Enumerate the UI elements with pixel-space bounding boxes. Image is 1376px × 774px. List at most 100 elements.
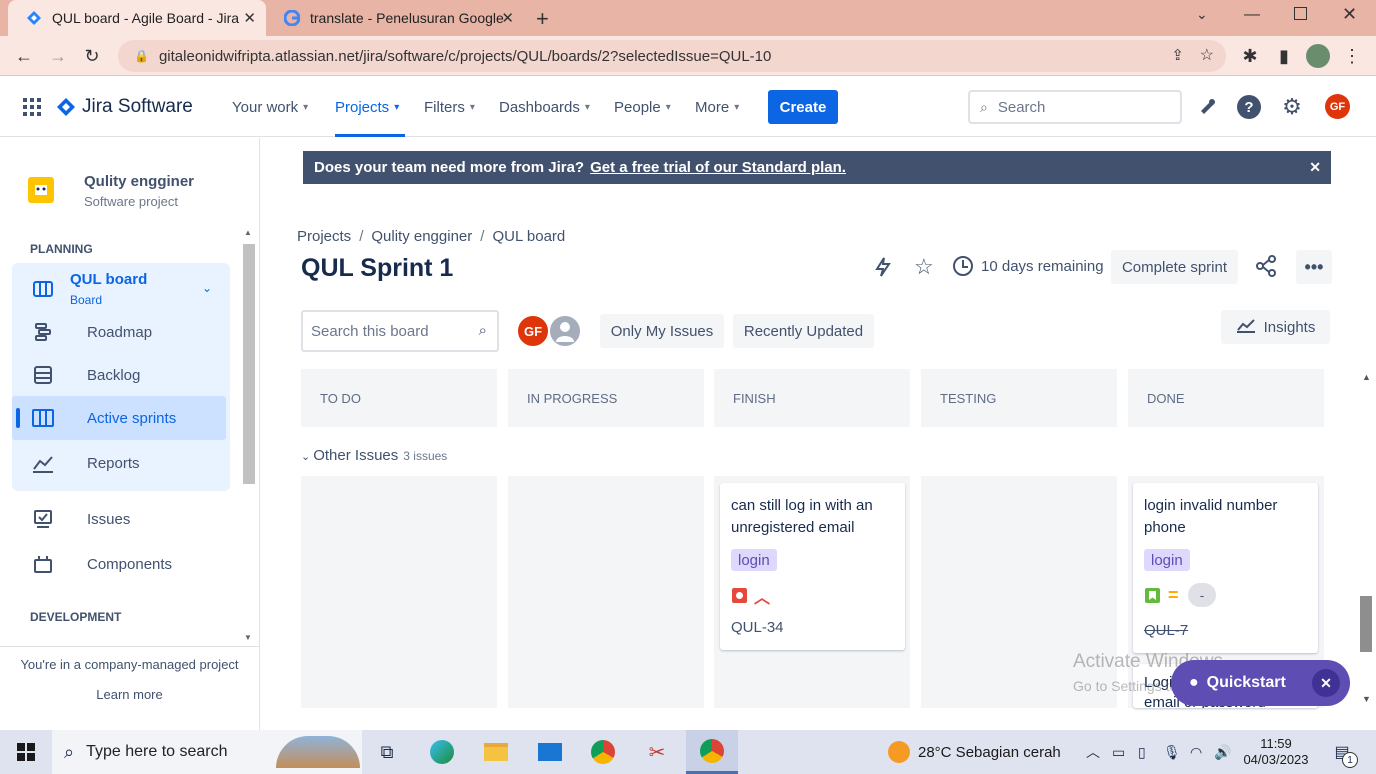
issue-key[interactable]: QUL-7: [1144, 622, 1188, 639]
settings-gear-icon[interactable]: ⚙: [1280, 94, 1304, 119]
task-view-icon[interactable]: ⧉: [374, 730, 400, 774]
project-name[interactable]: Qulity engginer: [84, 173, 194, 190]
breadcrumb-project[interactable]: Qulity engginer: [371, 228, 472, 245]
browser-menu-icon[interactable]: ⋮: [1340, 44, 1364, 68]
wifi-icon[interactable]: ◠: [1190, 730, 1202, 774]
profile-avatar[interactable]: [1306, 44, 1330, 68]
breadcrumb-projects[interactable]: Projects: [297, 228, 351, 245]
issue-label: login: [1144, 549, 1190, 571]
issue-key[interactable]: QUL-34: [731, 619, 784, 636]
forward-icon[interactable]: →: [46, 44, 70, 68]
tray-chevron-icon[interactable]: ︿: [1086, 730, 1100, 774]
star-icon[interactable]: ☆: [914, 254, 934, 280]
lightbulb-icon: ●: [1189, 674, 1199, 691]
scroll-thumb[interactable]: [1360, 596, 1372, 652]
address-field[interactable]: 🔒 gitaleonidwifripta.atlassian.net/jira/…: [118, 40, 1226, 72]
sidebar-item-components[interactable]: Components: [12, 542, 226, 586]
issue-card[interactable]: can still log in with an unregistered em…: [720, 483, 905, 650]
story-icon: [1145, 588, 1160, 603]
sidebar-item-reports[interactable]: Reports: [12, 441, 226, 485]
extensions-icon[interactable]: ✱: [1238, 44, 1262, 68]
learn-more-link[interactable]: Learn more: [0, 687, 259, 702]
scroll-thumb[interactable]: [243, 244, 255, 484]
user-avatar[interactable]: GF: [1325, 94, 1350, 119]
tab-google[interactable]: translate - Penelusuran Google ✕: [266, 0, 524, 36]
breadcrumb: Projects / Qulity engginer / QUL board: [297, 228, 566, 245]
tab-title: translate - Penelusuran Google: [310, 10, 504, 26]
breadcrumb-board[interactable]: QUL board: [492, 228, 565, 245]
close-banner-icon[interactable]: ✕: [1309, 159, 1321, 176]
issue-card[interactable]: login invalid number phone login = - QUL…: [1133, 483, 1318, 653]
column-header-done: DONE: [1128, 369, 1324, 427]
help-icon[interactable]: ?: [1237, 95, 1261, 119]
nav-dashboards[interactable]: Dashboards ▾: [499, 77, 590, 137]
notification-center-icon[interactable]: ▤ 1: [1330, 730, 1358, 774]
complete-sprint-button[interactable]: Complete sprint: [1111, 250, 1238, 284]
sidebar-item-roadmap[interactable]: Roadmap: [12, 310, 226, 354]
sidebar-scrollbar[interactable]: ▲ ▼: [242, 228, 256, 646]
nav-projects[interactable]: Projects ▾: [335, 77, 405, 137]
close-tab-icon[interactable]: ✕: [243, 9, 256, 27]
unassigned-avatar-icon[interactable]: [548, 314, 582, 348]
file-explorer-icon[interactable]: [482, 730, 510, 774]
sidebar-item-backlog[interactable]: Backlog: [12, 353, 226, 397]
back-icon[interactable]: ←: [12, 44, 36, 68]
tab-jira[interactable]: QUL board - Agile Board - Jira ✕: [8, 0, 266, 36]
windows-start-icon[interactable]: [14, 730, 38, 774]
board-search-input[interactable]: Search this board ⌕: [301, 310, 499, 352]
reload-icon[interactable]: ↻: [80, 44, 104, 68]
bug-icon: [732, 588, 747, 603]
column-todo: [301, 476, 497, 708]
nav-more[interactable]: More ▾: [695, 77, 739, 137]
mail-icon[interactable]: [536, 730, 564, 774]
only-my-issues-button[interactable]: Only My Issues: [600, 314, 724, 348]
sidebar-item-active-sprints[interactable]: Active sprints: [12, 396, 226, 440]
chrome-icon[interactable]: [589, 730, 617, 774]
swimlane-header[interactable]: ⌄ Other Issues 3 issues: [301, 447, 447, 464]
bookmark-star-icon[interactable]: ☆: [1200, 45, 1214, 65]
microphone-icon[interactable]: 🎙: [1163, 730, 1181, 774]
divider: [0, 646, 259, 647]
board-scrollbar[interactable]: ▲ ▼: [1358, 370, 1374, 708]
volume-icon[interactable]: 🔊: [1214, 730, 1231, 774]
jira-logo[interactable]: Jira Software: [56, 96, 193, 118]
chrome-active-icon[interactable]: [686, 730, 738, 774]
taskbar-clock[interactable]: 11:59 04/03/2023: [1240, 736, 1312, 768]
global-search-input[interactable]: ⌕ Search: [968, 90, 1182, 124]
app-switcher-icon[interactable]: [20, 95, 44, 119]
chevron-down-icon[interactable]: ⌄: [202, 281, 212, 295]
chevron-down-icon: ⌄: [301, 451, 311, 463]
recently-updated-button[interactable]: Recently Updated: [733, 314, 874, 348]
free-trial-link[interactable]: Get a free trial of our Standard plan.: [590, 159, 846, 176]
network-icon[interactable]: ▭: [1112, 730, 1125, 774]
new-tab-icon[interactable]: +: [536, 6, 549, 32]
maximize-icon[interactable]: [1294, 7, 1307, 20]
nav-people[interactable]: People ▾: [614, 77, 671, 137]
close-tab-icon[interactable]: ✕: [501, 9, 514, 27]
edge-icon[interactable]: [428, 730, 456, 774]
issue-summary: can still log in with an unregistered em…: [731, 497, 873, 536]
close-quickstart-icon[interactable]: ✕: [1312, 669, 1340, 697]
quickstart-button[interactable]: ● Quickstart ✕: [1171, 660, 1350, 706]
board-selector[interactable]: QUL board: [70, 271, 147, 288]
automation-lightning-icon[interactable]: [872, 256, 894, 278]
snipping-tool-icon[interactable]: ✂: [643, 730, 671, 774]
sidebar-item-issues[interactable]: Issues: [12, 497, 226, 541]
battery-icon[interactable]: ▯: [1138, 730, 1146, 774]
nav-filters[interactable]: Filters ▾: [424, 77, 475, 137]
more-actions-icon[interactable]: •••: [1296, 250, 1332, 284]
minimize-icon[interactable]: —: [1244, 6, 1260, 24]
create-button[interactable]: Create: [768, 90, 838, 124]
project-avatar: [28, 177, 54, 203]
side-panel-icon[interactable]: ▮: [1272, 44, 1296, 68]
window-close-icon[interactable]: ✕: [1342, 4, 1357, 25]
nav-your-work[interactable]: Your work ▾: [232, 77, 308, 137]
taskbar-search[interactable]: ⌕ Type here to search: [52, 730, 362, 774]
tab-search-chevron-icon[interactable]: ⌄: [1196, 6, 1208, 23]
notifications-icon[interactable]: [1195, 95, 1219, 119]
assignee-avatar[interactable]: GF: [516, 314, 550, 348]
share-icon[interactable]: [1255, 255, 1277, 277]
insights-button[interactable]: Insights: [1221, 310, 1330, 344]
weather-text[interactable]: 28°C Sebagian cerah: [918, 730, 1061, 774]
share-icon[interactable]: ⇪: [1171, 46, 1184, 64]
